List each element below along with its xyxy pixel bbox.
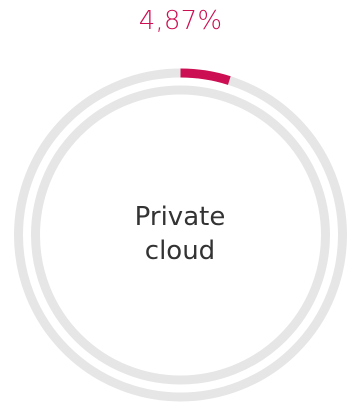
- donut-chart: 4,87% Private cloud: [0, 0, 361, 411]
- center-label-line-1: Private: [134, 202, 226, 232]
- center-label-line-2: cloud: [144, 236, 216, 266]
- center-label: Private cloud: [80, 200, 280, 268]
